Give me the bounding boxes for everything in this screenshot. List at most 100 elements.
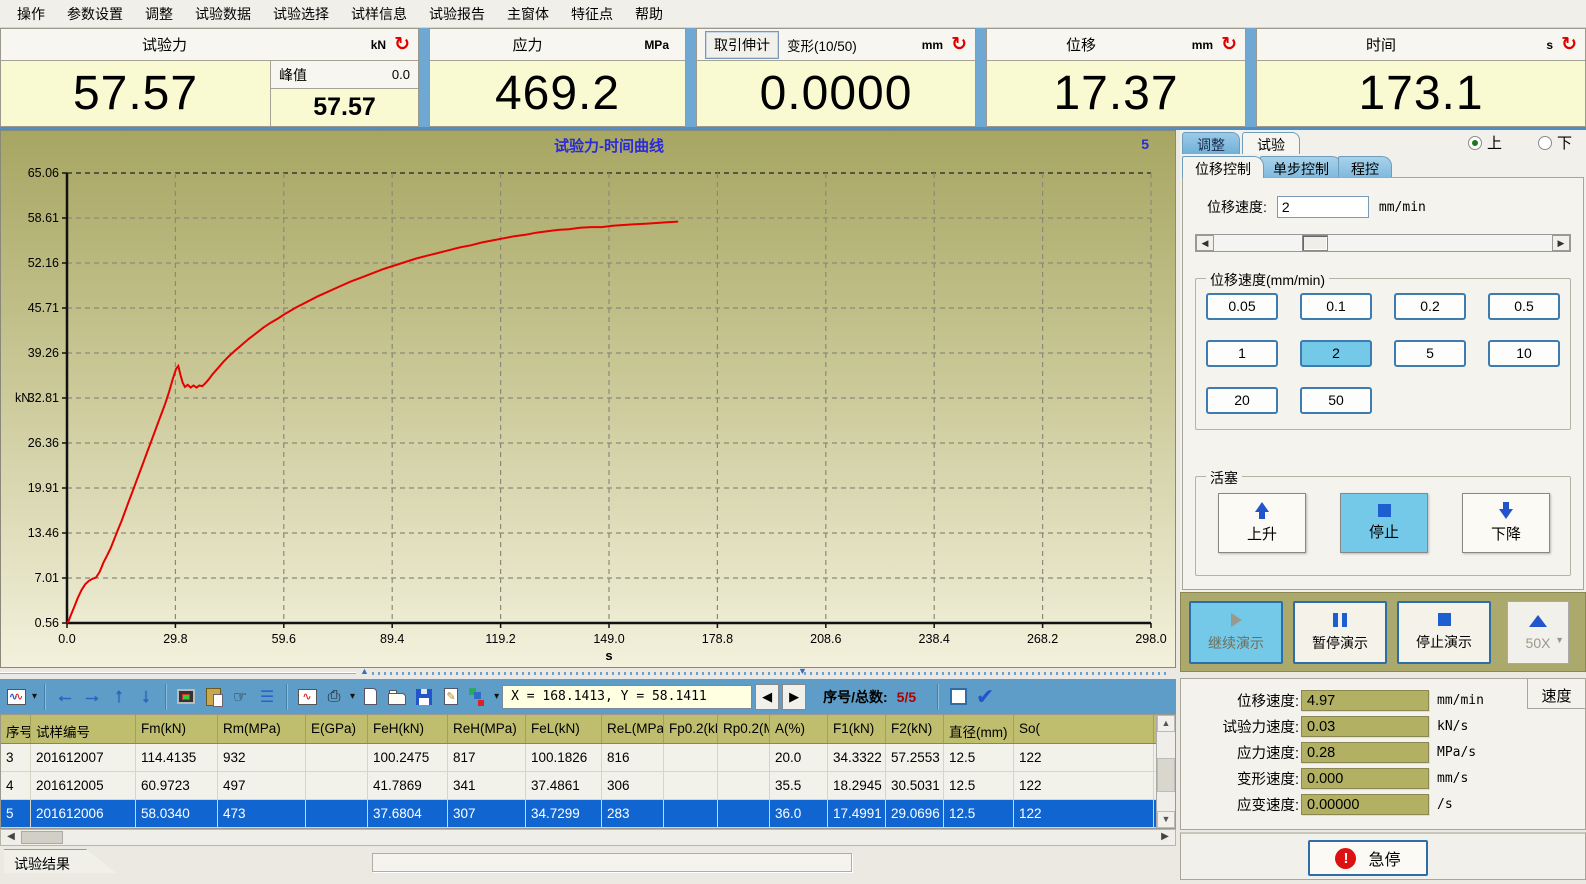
subtab-displacement-control[interactable]: 位移控制 [1182, 156, 1264, 178]
curve-view-icon[interactable]: ∿ [295, 685, 319, 709]
pan-down-icon[interactable]: ↓ [134, 685, 158, 709]
scroll-right-icon[interactable]: ▶ [1155, 830, 1175, 845]
speed-preset-10[interactable]: 10 [1488, 340, 1560, 367]
scroll-thumb[interactable] [1157, 758, 1175, 792]
speed-preset-0.1[interactable]: 0.1 [1300, 293, 1372, 320]
table-horizontal-scrollbar[interactable]: ◀ ▶ [0, 829, 1176, 846]
emergency-icon: ! [1335, 848, 1356, 869]
save-icon[interactable] [412, 685, 436, 709]
displacement-refresh-icon[interactable]: ↻ [1221, 35, 1237, 54]
tab-adjust[interactable]: 调整 [1182, 132, 1240, 154]
speed-preset-0.5[interactable]: 0.5 [1488, 293, 1560, 320]
time-value: 173.1 [1257, 61, 1585, 126]
select-checkbox[interactable] [946, 685, 970, 709]
toolbar-separator [286, 684, 288, 710]
pause-demo-button[interactable]: 暂停演示 [1293, 601, 1387, 664]
speed-slider[interactable]: ◀ ▶ [1195, 234, 1571, 252]
speed-input[interactable] [1277, 196, 1369, 218]
continue-demo-button[interactable]: 继续演示 [1189, 601, 1283, 664]
next-point-button[interactable]: ▶ [782, 684, 806, 710]
extensometer-button[interactable]: 取引伸计 [705, 31, 779, 59]
chart-table-splitter[interactable]: ▲ ▼ [0, 668, 1176, 678]
piston-up-label: 上升 [1247, 523, 1277, 544]
piston-stop-button[interactable]: 停止 [1340, 493, 1428, 553]
scroll-thumb[interactable] [21, 831, 63, 844]
menu-item-3[interactable]: 试验数据 [184, 0, 262, 28]
new-file-icon[interactable] [358, 685, 382, 709]
menu-item-2[interactable]: 调整 [134, 0, 184, 28]
results-table: 序号试样编号Fm(kN)Rm(MPa)E(GPa)FeH(kN)ReH(MPa)… [0, 714, 1176, 829]
force-time-chart[interactable]: 65.0658.6152.1645.7139.2632.8126.3619.91… [0, 130, 1176, 668]
panel-separator [1246, 28, 1256, 127]
table-header-row[interactable]: 序号试样编号Fm(kN)Rm(MPa)E(GPa)FeH(kN)ReH(MPa)… [1, 715, 1156, 744]
tab-test-results[interactable]: 试验结果 [4, 849, 116, 873]
scroll-down-icon[interactable]: ▼ [1157, 811, 1175, 828]
pan-left-icon[interactable]: ← [53, 685, 77, 709]
fullscreen-icon[interactable] [174, 685, 198, 709]
tab-test[interactable]: 试验 [1242, 132, 1300, 154]
curve-type-dropdown-icon[interactable]: ▾ [32, 691, 37, 702]
subtab-step-control[interactable]: 单步控制 [1260, 156, 1342, 178]
menu-item-7[interactable]: 主窗体 [496, 0, 560, 28]
point-pick-icon[interactable]: ☞ [228, 685, 252, 709]
speed-preset-1[interactable]: 1 [1206, 340, 1278, 367]
pan-up-icon[interactable]: ↑ [107, 685, 131, 709]
slider-thumb[interactable] [1302, 235, 1328, 251]
deformation-refresh-icon[interactable]: ↻ [951, 35, 967, 54]
force-refresh-icon[interactable]: ↻ [394, 35, 410, 54]
piston-up-button[interactable]: 上升 [1218, 493, 1306, 553]
tab-speed[interactable]: 速度 [1527, 679, 1585, 709]
deformation-label: 变形(10/50) [787, 35, 857, 55]
splitter-collapse-up-icon[interactable]: ▲ [360, 666, 369, 676]
splitter-collapse-down-icon[interactable]: ▼ [798, 666, 807, 676]
svg-text:13.46: 13.46 [28, 526, 59, 540]
confirm-check-icon[interactable]: ✔ [973, 685, 997, 709]
data-list-icon[interactable]: ☰ [255, 685, 279, 709]
emergency-stop-button[interactable]: ! 急停 [1308, 840, 1428, 876]
scroll-up-icon[interactable]: ▲ [1157, 715, 1175, 732]
speed-preset-20[interactable]: 20 [1206, 387, 1278, 414]
table-row-3[interactable]: 3201612007114.4135932100.2475817100.1826… [1, 744, 1156, 772]
table-vertical-scrollbar[interactable]: ▲ ▼ [1156, 715, 1175, 828]
scroll-left-icon[interactable]: ◀ [1, 830, 21, 845]
menu-item-4[interactable]: 试验选择 [262, 0, 340, 28]
radio-up[interactable]: 上 [1468, 132, 1502, 153]
speed-preset-5[interactable]: 5 [1394, 340, 1466, 367]
speed-preset-2[interactable]: 2 [1300, 340, 1372, 367]
speed-preset-0.2[interactable]: 0.2 [1394, 293, 1466, 320]
report-icon[interactable]: ✎ [439, 685, 463, 709]
menu-item-8[interactable]: 特征点 [560, 0, 624, 28]
print-dropdown-icon[interactable]: ▾ [350, 691, 355, 702]
menu-item-5[interactable]: 试样信息 [340, 0, 418, 28]
radio-down-dot[interactable] [1538, 136, 1552, 150]
curve-type-icon[interactable]: ∿∿ [4, 685, 28, 709]
play-icon [1231, 613, 1242, 627]
paste-icon[interactable] [201, 685, 225, 709]
menu-item-0[interactable]: 操作 [6, 0, 56, 28]
export-icon[interactable] [466, 685, 490, 709]
piston-down-button[interactable]: 下降 [1462, 493, 1550, 553]
slider-track[interactable] [1214, 235, 1552, 251]
demo-speed-multiplier[interactable]: 50X ▼ [1507, 601, 1569, 664]
table-row-4[interactable]: 420161200560.972349741.786934137.4861306… [1, 772, 1156, 800]
pan-right-icon[interactable]: → [80, 685, 104, 709]
slider-left-icon[interactable]: ◀ [1196, 235, 1214, 251]
stop-demo-button[interactable]: 停止演示 [1397, 601, 1491, 664]
print-icon[interactable]: ⎙ [322, 685, 346, 709]
speed-preset-0.05[interactable]: 0.05 [1206, 293, 1278, 320]
slider-right-icon[interactable]: ▶ [1552, 235, 1570, 251]
subtab-program-control[interactable]: 程控 [1338, 156, 1392, 178]
open-folder-icon[interactable] [385, 685, 409, 709]
prev-point-button[interactable]: ◀ [755, 684, 779, 710]
radio-down[interactable]: 下 [1538, 132, 1572, 153]
time-refresh-icon[interactable]: ↻ [1561, 35, 1577, 54]
speed-preset-50[interactable]: 50 [1300, 387, 1372, 414]
menu-item-9[interactable]: 帮助 [624, 0, 674, 28]
speed-row-1: 试验力速度:0.03kN/s [1181, 715, 1468, 737]
export-dropdown-icon[interactable]: ▾ [494, 691, 499, 702]
multiplier-dropdown-icon[interactable]: ▼ [1555, 635, 1564, 645]
radio-up-dot[interactable] [1468, 136, 1482, 150]
menu-item-6[interactable]: 试验报告 [418, 0, 496, 28]
menu-item-1[interactable]: 参数设置 [56, 0, 134, 28]
table-row-5[interactable]: 520161200658.034047337.680430734.7299283… [1, 800, 1156, 828]
